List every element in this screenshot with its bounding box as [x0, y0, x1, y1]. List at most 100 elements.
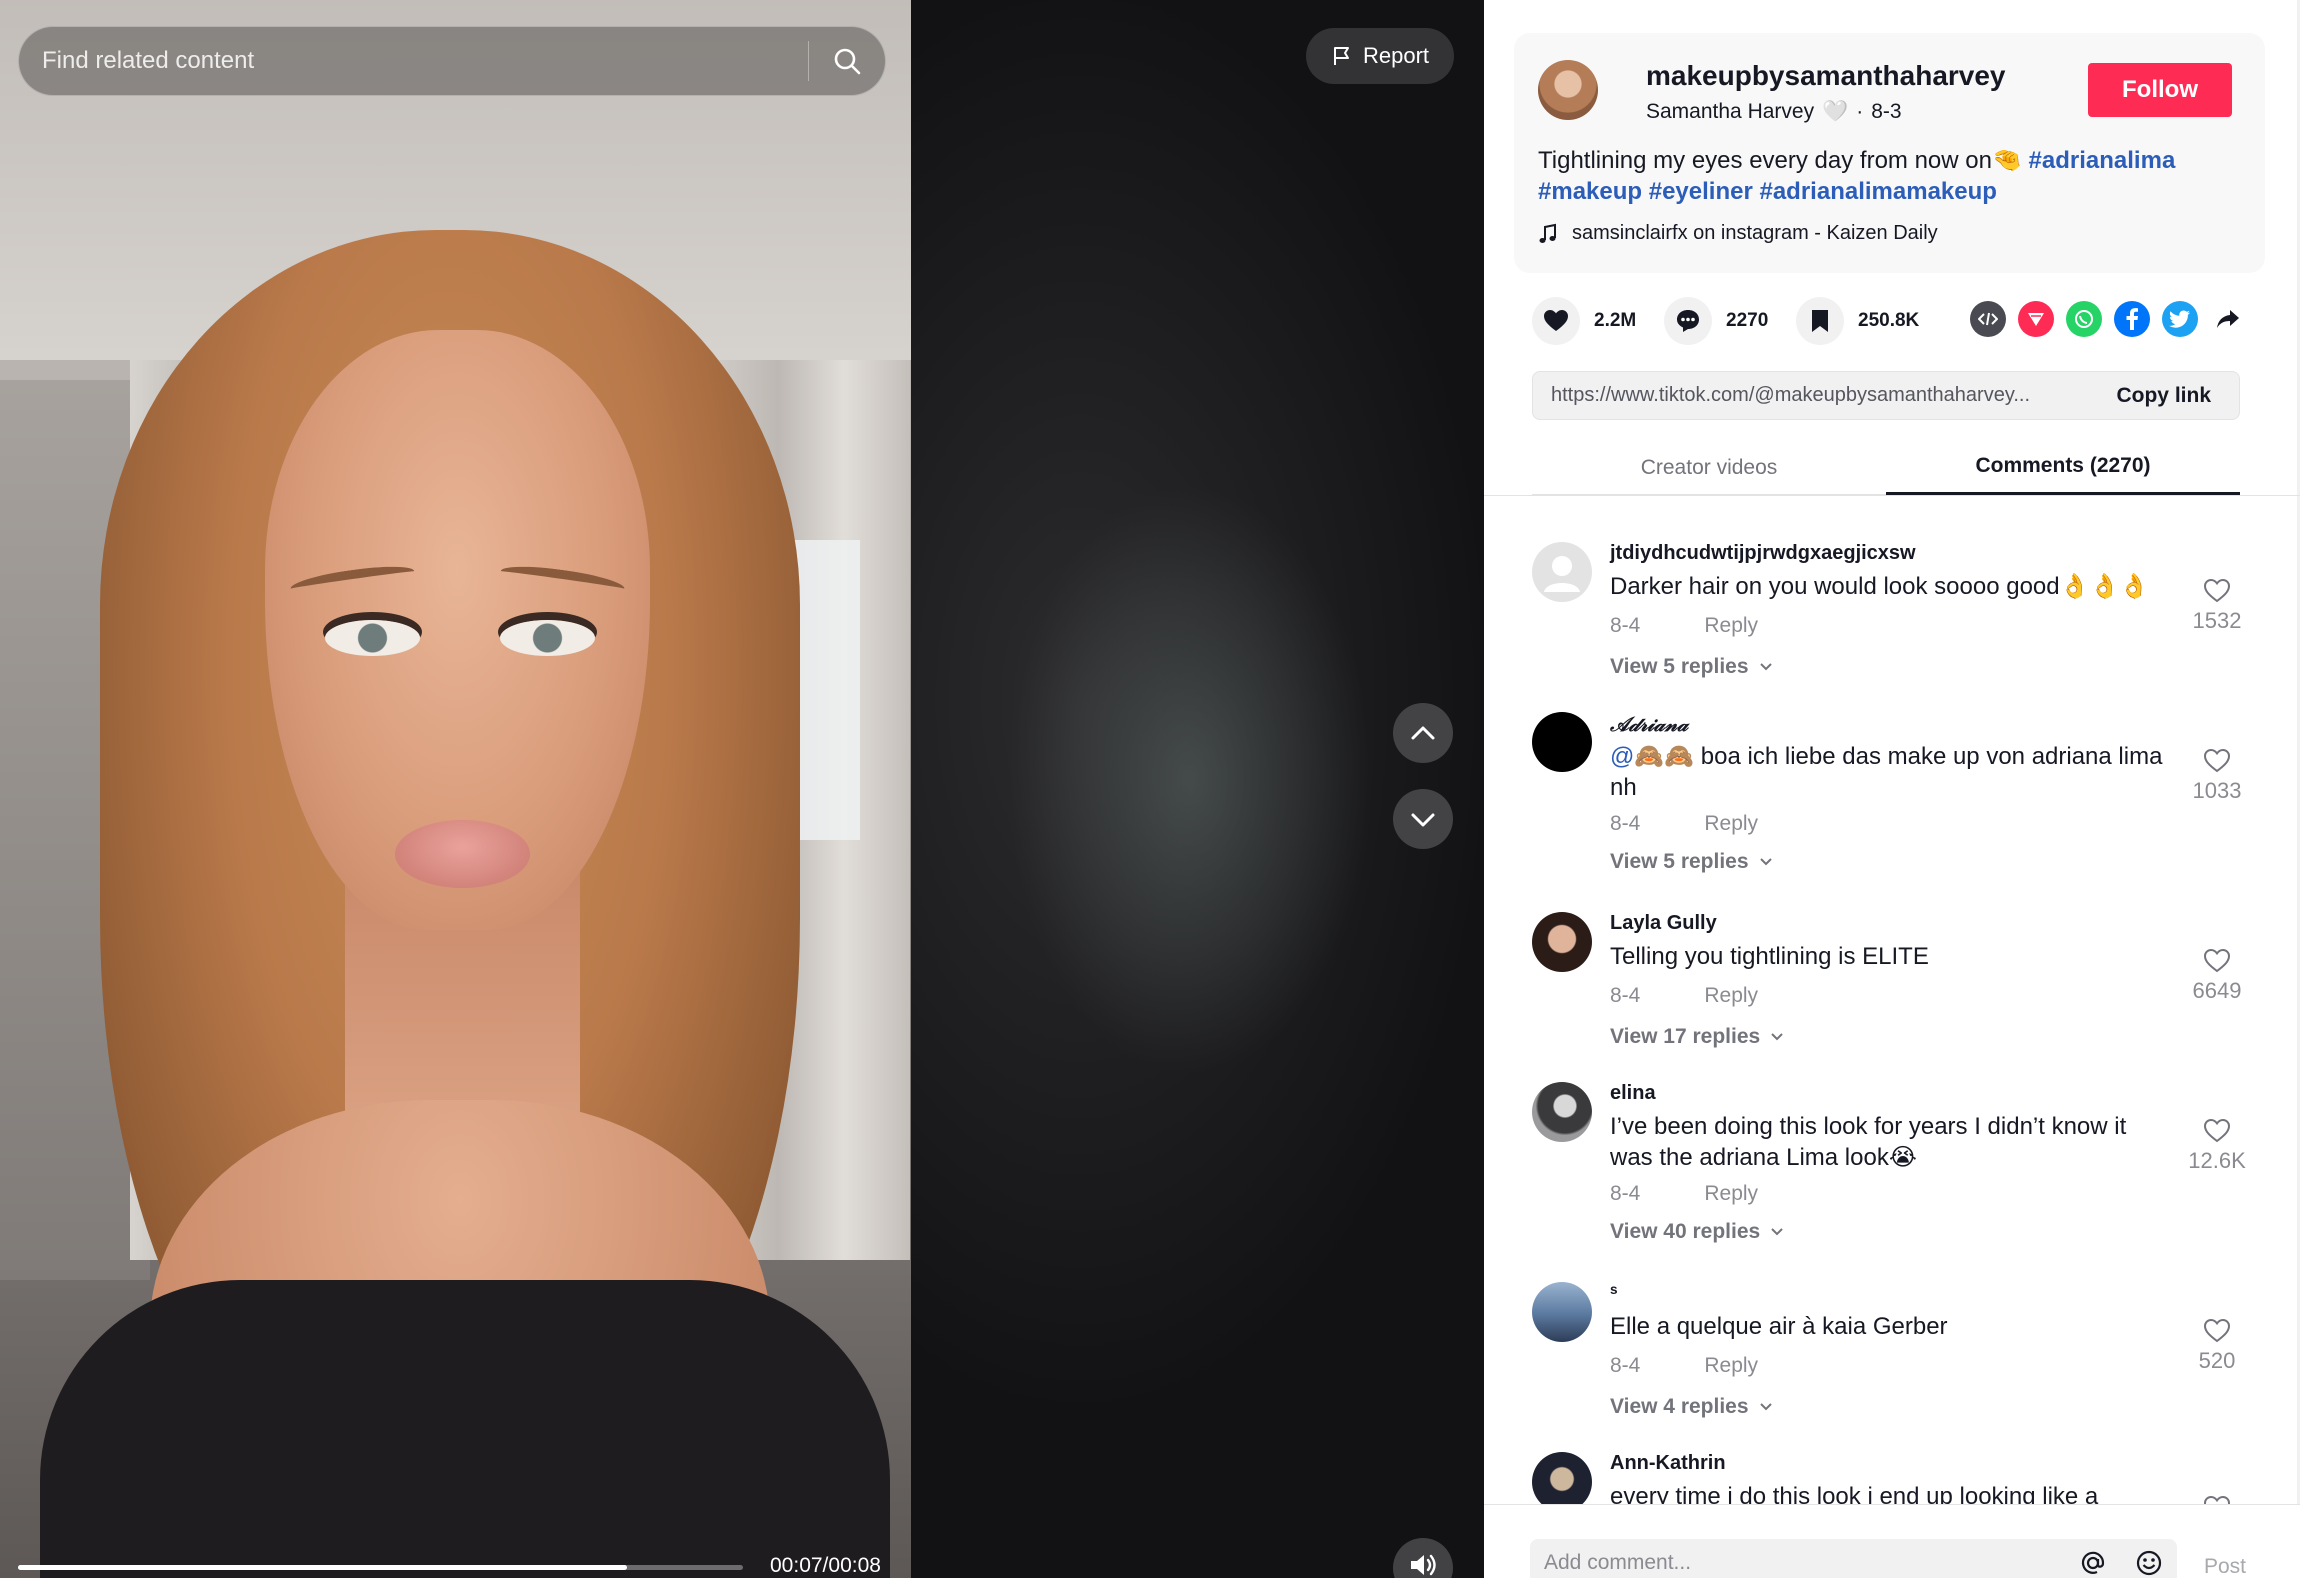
like-action[interactable]: 2.2M [1532, 294, 1636, 348]
previous-video-button[interactable] [1393, 703, 1453, 763]
hashtag-link[interactable]: #adrianalimamakeup [1759, 178, 1996, 205]
music-title: samsinclairfx on instagram - Kaizen Dail… [1572, 222, 1938, 244]
comment-like[interactable]: 1532 [2182, 578, 2252, 634]
mention-button[interactable] [2065, 1548, 2121, 1578]
comment-bar: Post [1484, 1504, 2300, 1578]
comment-bubble-icon [1677, 310, 1699, 332]
tab-comments[interactable]: Comments (2270) [1886, 440, 2240, 495]
comment-like[interactable] [2182, 1495, 2252, 1504]
comment-username[interactable]: Ann-Kathrin [1610, 1452, 1726, 1475]
comment-meta: 8-4 Reply [1610, 984, 1758, 1008]
search-button[interactable] [809, 27, 885, 95]
tabs-divider [1484, 495, 2300, 496]
video-top [40, 1280, 890, 1578]
reply-button[interactable]: Reply [1704, 984, 1758, 1008]
view-replies-button[interactable]: View 4 replies [1610, 1395, 1773, 1419]
hashtag-link[interactable]: #makeup [1538, 178, 1642, 205]
comment-mention[interactable]: @🙈🙈 [1610, 743, 1694, 770]
comment-list: jtdiydhcudwtijpjrwdgxaegjicxsw Darker ha… [1484, 520, 2300, 1504]
creator-avatar[interactable] [1538, 60, 1598, 120]
comment-username[interactable]: jtdiydhcudwtijpjrwdgxaegjicxsw [1610, 542, 1916, 565]
comment-username[interactable]: 𝒜𝒹𝓇𝒾𝒶𝓃𝒶 [1610, 712, 1688, 736]
send-icon[interactable] [2018, 301, 2054, 337]
comment-like-count: 1033 [2192, 778, 2242, 803]
facebook-icon[interactable] [2114, 301, 2150, 337]
chevron-up-icon [1411, 726, 1435, 740]
comment-username[interactable]: elina [1610, 1082, 1656, 1105]
comment-username[interactable]: ˢ [1610, 1282, 1618, 1305]
comment-like[interactable]: 6649 [2182, 948, 2252, 1004]
report-label: Report [1362, 43, 1430, 68]
panel-tabs: Creator videos Comments (2270) [1532, 440, 2240, 495]
follow-button[interactable]: Follow [2088, 63, 2232, 117]
post-date: 8-3 [1871, 100, 1902, 123]
twitter-icon[interactable] [2162, 301, 2198, 337]
comment-avatar[interactable] [1532, 712, 1592, 772]
hashtag-link[interactable]: #eyeliner [1649, 178, 1753, 205]
comment-avatar[interactable] [1532, 1452, 1592, 1504]
video-eye-right [500, 620, 595, 656]
comment-item: ˢ Elle a quelque air à kaia Gerber 8-4 R… [1532, 1270, 2252, 1440]
comment-like-count: 6649 [2192, 978, 2242, 1003]
chevron-down-icon [1411, 813, 1435, 827]
comment-like[interactable]: 12.6K [2182, 1118, 2252, 1174]
view-replies-button[interactable]: View 40 replies [1610, 1220, 1784, 1244]
video-lips [395, 820, 530, 888]
creator-nickname: Samantha Harvey [1646, 100, 1815, 123]
view-replies-button[interactable]: View 5 replies [1610, 655, 1773, 679]
comment-input[interactable] [1530, 1539, 2065, 1578]
heart-outline-icon [2203, 1118, 2231, 1143]
video-player[interactable] [0, 0, 911, 1578]
comment-like[interactable]: 520 [2182, 1318, 2252, 1374]
view-replies-button[interactable]: View 17 replies [1610, 1025, 1784, 1049]
comment-like-count: 1532 [2192, 608, 2242, 633]
comment-button[interactable] [1664, 297, 1712, 345]
comment-avatar[interactable] [1532, 1082, 1592, 1142]
creator-username[interactable]: makeupbysamanthaharvey [1646, 60, 2006, 92]
report-button[interactable]: Report [1306, 28, 1454, 84]
details-panel: makeupbysamanthaharvey Samantha Harvey 🤍… [1484, 0, 2300, 1578]
bookmark-button[interactable] [1796, 297, 1844, 345]
chevron-down-icon [1771, 1033, 1783, 1041]
comment-avatar[interactable] [1532, 912, 1592, 972]
comment-text: Telling you tightlining is ELITE [1610, 943, 1929, 970]
comment-like[interactable]: 1033 [2182, 748, 2252, 804]
emoji-button[interactable] [2121, 1548, 2177, 1578]
comment-username[interactable]: Layla Gully [1610, 912, 1717, 935]
caption-text: Tightlining my eyes every day from now o… [1538, 147, 1992, 174]
comment-meta: 8-4 Reply [1610, 1182, 1758, 1206]
comment-avatar[interactable] [1532, 1282, 1592, 1342]
view-replies-button[interactable]: View 5 replies [1610, 850, 1773, 874]
view-replies-label: View 5 replies [1610, 655, 1749, 678]
copy-link-button[interactable]: Copy link [2088, 384, 2239, 408]
view-replies-label: View 5 replies [1610, 850, 1749, 873]
search-input[interactable] [19, 27, 808, 95]
video-eye-left [325, 620, 420, 656]
music-link[interactable]: samsinclairfx on instagram - Kaizen Dail… [1538, 222, 1938, 245]
share-arrow-icon[interactable] [2210, 301, 2246, 337]
default-user-icon [1544, 556, 1580, 592]
save-action[interactable]: 250.8K [1796, 294, 1919, 348]
like-button[interactable] [1532, 297, 1580, 345]
next-video-button[interactable] [1393, 789, 1453, 849]
heart-emoji: 🤍 [1822, 100, 1849, 123]
video-progress-bar[interactable] [18, 1565, 743, 1570]
reply-button[interactable]: Reply [1704, 614, 1758, 638]
tab-creator-videos[interactable]: Creator videos [1532, 440, 1886, 495]
reply-button[interactable]: Reply [1704, 812, 1758, 836]
post-button[interactable]: Post [2204, 1555, 2246, 1578]
chevron-down-icon [1771, 1228, 1783, 1236]
comment-action[interactable]: 2270 [1664, 294, 1768, 348]
comment-avatar[interactable] [1532, 542, 1592, 602]
reply-button[interactable]: Reply [1704, 1354, 1758, 1378]
comment-meta: 8-4 Reply [1610, 1354, 1758, 1378]
hashtag-link[interactable]: #adrianalima [2029, 147, 2176, 174]
video-progress-fill [18, 1565, 627, 1570]
chevron-down-icon [1759, 1403, 1772, 1411]
reply-button[interactable]: Reply [1704, 1182, 1758, 1206]
whatsapp-icon[interactable] [2066, 301, 2102, 337]
embed-icon[interactable] [1970, 301, 2006, 337]
heart-outline-icon [2203, 578, 2231, 603]
video-url[interactable]: https://www.tiktok.com/@makeupbysamantha… [1533, 384, 2088, 407]
creator-card: makeupbysamanthaharvey Samantha Harvey 🤍… [1514, 33, 2265, 273]
